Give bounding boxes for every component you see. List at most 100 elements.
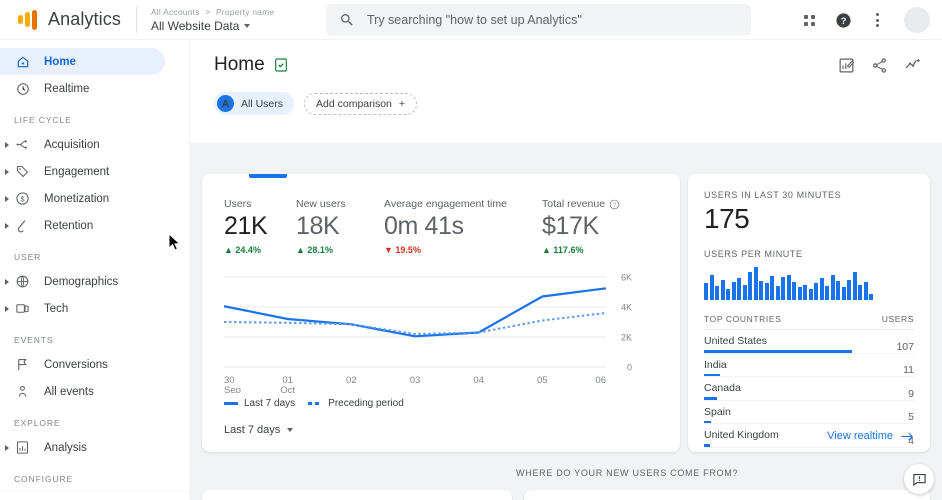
apps-grid-icon[interactable] [794,5,824,35]
table-row[interactable]: India 11 [704,353,914,377]
sidebar-item-acquisition[interactable]: Acquisition [0,131,165,158]
sidebar-item-demographics[interactable]: Demographics [0,268,165,295]
segment-chip-all-users[interactable]: A All Users [214,92,295,115]
realtime-card: USERS IN LAST 30 MINUTES 175 USERS PER M… [688,174,930,452]
sparkline-bar [731,282,736,300]
sparkline-bar [792,282,796,300]
customize-report-icon[interactable] [838,57,855,74]
expand-arrow-icon[interactable] [5,305,9,312]
svg-text:?: ? [613,202,616,208]
table-row[interactable]: United States 107 [704,329,914,354]
users-per-minute-sparkline [704,267,914,300]
arrow-right-icon [901,432,913,440]
account-selector[interactable]: All Accounts > Property name All Website… [151,7,274,33]
svg-text:05: 05 [537,375,548,386]
analytics-logo-icon [18,8,37,32]
expand-arrow-icon[interactable] [5,141,9,148]
search-icon [341,14,353,26]
expand-arrow-icon[interactable] [5,278,9,285]
sparkline-bar [841,287,846,300]
sparkline-bar [814,283,818,300]
share-icon[interactable] [871,57,888,74]
sparkline-bar [753,267,758,300]
table-row[interactable]: Canada 9 [704,376,914,401]
sidebar-item-label: Acquisition [44,138,100,151]
metric-label: Total revenue [542,198,606,210]
help-icon[interactable]: ? [828,5,858,35]
svg-text:4K: 4K [621,303,632,313]
insights-trend-icon[interactable] [904,56,922,74]
metric-label: Users [224,198,252,210]
sidebar: Home Realtime LIFE CYCLE Acquisition Eng… [0,40,190,500]
feedback-icon [912,473,926,486]
tag-icon [14,164,31,179]
sidebar-item-home[interactable]: Home [0,48,165,75]
svg-text:0: 0 [627,363,632,373]
sparkline-bar [836,281,840,300]
events-icon [14,384,31,399]
property-selector-label: All Website Data [150,18,240,33]
insights-header[interactable]: Insights 10+ [202,490,512,500]
chart-legend: Last 7 days Preceding period [224,398,404,409]
svg-text:04: 04 [473,375,484,386]
feedback-button[interactable] [904,464,934,494]
sparkline-bar [759,281,763,300]
svg-text:?: ? [840,16,846,26]
sidebar-item-engagement[interactable]: Engagement [0,158,165,185]
sidebar-section-title: CONFIGURE [14,474,74,484]
device-icon [14,301,31,316]
sparkline-bar [786,275,791,300]
search-input[interactable] [367,13,751,27]
column-header-users: USERS [852,314,914,330]
comparison-chips: A All Users Add comparison + [214,92,418,115]
sparkline-bar [847,280,851,300]
cell-country: United States [704,329,853,354]
globe-icon [14,274,31,289]
more-options-icon[interactable] [862,5,892,35]
flag-icon [14,357,31,372]
country-share-bar [704,444,710,447]
sparkline-bar [715,286,719,300]
property-selector[interactable]: All Website Data [151,19,274,33]
sidebar-item-all-events[interactable]: All events [0,378,165,405]
sparkline-bar [775,286,780,300]
main-content: Home A All Users Add comparison + Users … [190,40,942,500]
sparkline-bar [770,276,774,300]
users-line-chart[interactable]: 0 2K 4K 6K 30 Sep 01 Oct 02 03 04 05 06 [223,263,644,396]
line-chart-svg: 02K4K6K30Sep01Oct02 03 04 05 06 [223,273,632,396]
date-range-selector[interactable]: Last 7 days [224,424,294,436]
sidebar-item-realtime[interactable]: Realtime [0,75,165,102]
svg-text:02: 02 [346,375,357,386]
svg-text:$: $ [21,196,25,203]
view-realtime-link[interactable]: View realtime [827,430,914,442]
search-bar[interactable] [326,4,751,36]
add-comparison-button[interactable]: Add comparison + [304,92,418,115]
breadcrumb-account: All Accounts [150,6,200,17]
analysis-icon [14,440,31,455]
sparkline-bar [737,278,741,300]
expand-arrow-icon[interactable] [5,444,9,451]
sparkline-bar [764,283,769,300]
new-users-dimension-dropdown[interactable]: New users by User medium [524,490,930,500]
metric-delta: ▲ 28.1% [296,245,333,255]
expand-arrow-icon[interactable] [5,222,9,229]
sidebar-item-label: Retention [44,219,94,232]
expand-arrow-icon[interactable] [5,195,9,202]
sidebar-item-analysis[interactable]: Analysis [0,434,165,461]
expand-arrow-icon[interactable] [5,168,9,175]
top-bar: Analytics All Accounts > Property name A… [0,0,942,40]
legend-item-last-7-days: Last 7 days [224,398,295,409]
table-row[interactable]: Spain 5 [704,400,914,424]
user-avatar[interactable] [904,7,930,33]
sidebar-item-retention[interactable]: Retention [0,212,165,239]
help-circle-icon[interactable]: ? [609,199,620,210]
sidebar-item-conversions[interactable]: Conversions [0,351,165,378]
header-actions [838,56,922,74]
metrics-row: Users 21K ▲ 24.4% New users 18K ▲ 28.1% … [202,180,680,255]
sparkline-bar [797,287,802,300]
mouse-cursor [168,233,181,251]
metrics-chart-card: Users 21K ▲ 24.4% New users 18K ▲ 28.1% … [202,174,680,452]
sidebar-item-monetization[interactable]: $ Monetization [0,185,165,212]
sidebar-item-label: Conversions [44,358,108,371]
sidebar-item-tech[interactable]: Tech [0,295,165,322]
